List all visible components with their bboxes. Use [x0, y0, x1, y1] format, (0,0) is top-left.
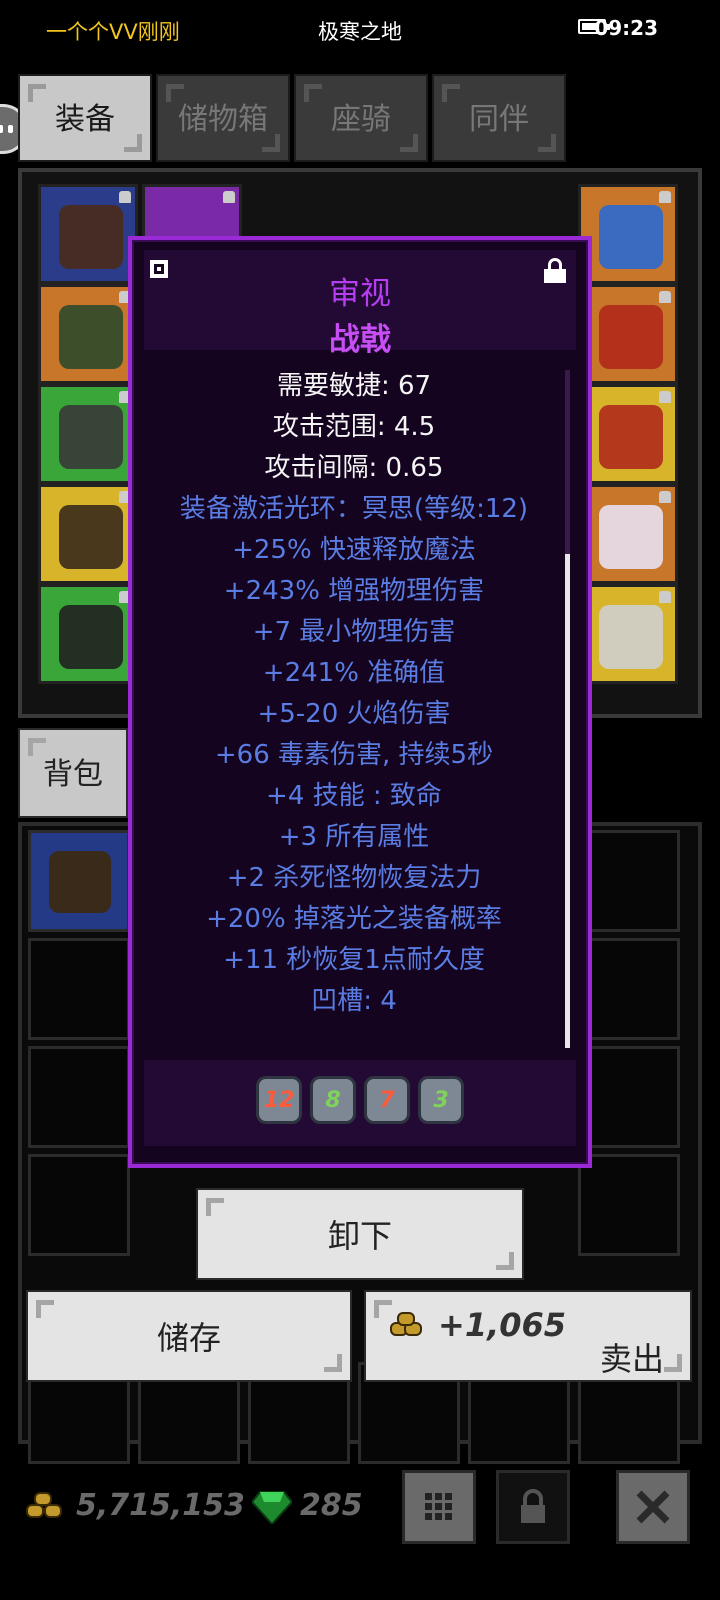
bag-slot[interactable]: [578, 1046, 680, 1148]
socket-gem: 12: [256, 1076, 302, 1124]
bag-slot[interactable]: [578, 830, 680, 932]
tab-backpack[interactable]: 背包: [18, 728, 128, 818]
equip-slot-gloves[interactable]: [38, 484, 138, 584]
grid-icon: [425, 1493, 452, 1520]
bag-slot[interactable]: [28, 1046, 130, 1148]
gem-amount: 285: [300, 1488, 363, 1523]
socket-row: 12 8 7 3: [144, 1060, 576, 1146]
bag-slot[interactable]: [28, 1154, 130, 1256]
lock-toggle-button[interactable]: [496, 1470, 570, 1544]
bag-slot-selected-item[interactable]: [28, 830, 130, 932]
sort-grid-button[interactable]: [402, 1470, 476, 1544]
bag-slot[interactable]: [578, 938, 680, 1040]
tab-storage[interactable]: 储物箱: [156, 74, 290, 162]
store-button[interactable]: 储存: [26, 1290, 352, 1382]
unequip-label: 卸下: [327, 1217, 392, 1255]
equip-slot-pet[interactable]: [578, 584, 678, 684]
stat-line: +2 杀死怪物恢复法力: [226, 863, 482, 893]
gold-amount: 5,715,153: [76, 1488, 245, 1523]
tab-label: 同伴: [469, 102, 529, 137]
stat-line: 攻击范围: 4.5: [272, 412, 436, 442]
stat-line: +3 所有属性: [278, 822, 430, 852]
item-tooltip: 审视 战戟 需要敏捷: 67 攻击范围: 4.5 攻击间隔: 0.65 装备激活…: [128, 236, 592, 1168]
tooltip-inspect-title: 审视: [329, 276, 391, 312]
item-stats: 需要敏捷: 67 攻击范围: 4.5 攻击间隔: 0.65 装备激活光环：冥思(…: [144, 366, 564, 1022]
stat-line: 攻击间隔: 0.65: [264, 453, 444, 483]
stat-line: 凹槽: 4: [311, 986, 397, 1016]
bag-slot[interactable]: [578, 1154, 680, 1256]
equip-slot-charm[interactable]: [578, 484, 678, 584]
socket-gem: 8: [310, 1076, 356, 1124]
gold-coin-icon: [26, 1492, 66, 1522]
sell-button[interactable]: +1,065 卖出: [364, 1290, 692, 1382]
item-lock-icon[interactable]: [544, 258, 566, 283]
equip-slot-ring-2[interactable]: [578, 384, 678, 484]
stat-line: +243% 增强物理伤害: [223, 576, 485, 606]
close-button[interactable]: [616, 1470, 690, 1544]
tab-mount[interactable]: 座骑: [294, 74, 428, 162]
stat-line: 需要敏捷: 67: [276, 371, 432, 401]
equip-slot-armor[interactable]: [38, 384, 138, 484]
tab-label: 储物箱: [178, 102, 268, 137]
stat-line: +4 技能 : 致命: [266, 781, 442, 811]
close-icon: [636, 1490, 670, 1524]
equip-slot-shield[interactable]: [578, 184, 678, 284]
tab-equipment[interactable]: 装备: [18, 74, 152, 162]
gold-coin-icon: [390, 1312, 430, 1342]
stat-line: +5-20 火焰伤害: [257, 699, 451, 729]
equip-slot-amulet[interactable]: [38, 284, 138, 384]
stat-line: +66 毒素伤害, 持续5秒: [214, 740, 494, 770]
item-name: 战戟: [329, 322, 391, 358]
tab-label: 装备: [55, 102, 115, 137]
stat-line: 装备激活光环：冥思(等级:12): [179, 494, 529, 524]
tab-label: 座骑: [331, 102, 391, 137]
tab-label: 背包: [43, 757, 103, 792]
unequip-button[interactable]: 卸下: [196, 1188, 524, 1280]
equip-slot-ring-1[interactable]: [578, 284, 678, 384]
tooltip-header: 审视 战戟: [144, 250, 576, 358]
gem-icon: [252, 1491, 292, 1524]
stat-line: +241% 准确值: [262, 658, 446, 688]
store-label: 储存: [156, 1319, 221, 1357]
compare-toggle-icon[interactable]: [150, 260, 168, 278]
sell-price: +1,065: [438, 1306, 567, 1344]
stat-line: +11 秒恢复1点耐久度: [223, 945, 485, 975]
equip-slot-belt[interactable]: [38, 584, 138, 684]
stat-line: +25% 快速释放魔法: [232, 535, 476, 565]
stat-line: +7 最小物理伤害: [252, 617, 456, 647]
tooltip-scroll-thumb[interactable]: [565, 554, 570, 1048]
socket-gem: 3: [418, 1076, 464, 1124]
clock: 09:23: [594, 16, 658, 40]
tab-companion[interactable]: 同伴: [432, 74, 566, 162]
stat-line: +20% 掉落光之装备概率: [206, 904, 502, 934]
lock-icon: [521, 1489, 545, 1523]
bag-slot[interactable]: [28, 938, 130, 1040]
status-bar: 一个个VV刚刚 极寒之地 09:23: [0, 0, 720, 60]
socket-gem: 7: [364, 1076, 410, 1124]
sell-label: 卖出: [599, 1340, 664, 1378]
equip-slot-helmet[interactable]: [38, 184, 138, 284]
